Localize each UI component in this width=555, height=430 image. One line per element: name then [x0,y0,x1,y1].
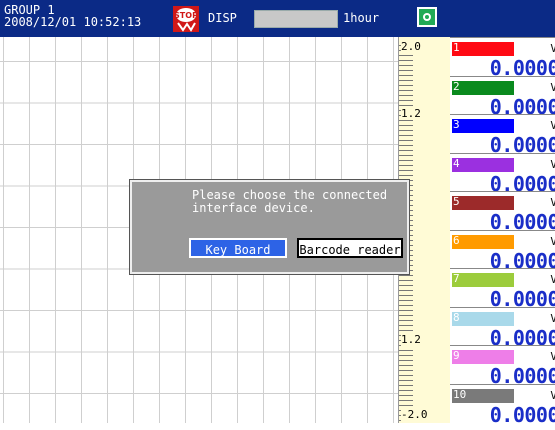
channel-unit: V [550,157,555,171]
time-span-label: 1hour [343,11,380,25]
dialog-message: Please choose the connected interface de… [192,188,388,215]
status-bar: GROUP 1 2008/12/01 10:52:13 STOP DISP 1h… [0,0,555,37]
channel-unit: V [550,273,555,286]
channel-color-swatch [452,42,514,56]
channel-color-swatch [452,273,514,287]
channel-number: 3 [453,118,460,131]
channel-color-swatch [452,119,514,133]
display-progress-bar [254,10,338,28]
keyboard-button[interactable]: Key Board [189,238,287,258]
channel-color-swatch [452,157,514,172]
channel-unit: V [550,234,555,248]
channel-number: 6 [453,233,460,247]
channel-color-swatch [452,350,514,364]
channel-unit: V [550,350,555,363]
channel-number: 2 [453,79,460,93]
channel-color-swatch [452,311,514,326]
channel-unit: V [550,196,555,209]
interface-device-dialog: Please choose the connected interface de… [130,180,409,274]
scale-label-bottom: -2.0 [401,408,428,421]
channel-unit: V [550,388,555,402]
stop-icon[interactable]: STOP [173,6,199,32]
channel-number: 10 [453,387,467,401]
group-datetime: GROUP 1 2008/12/01 10:52:13 [4,4,141,28]
channel-unit: V [550,80,555,94]
channel-color-swatch [452,80,514,95]
barcode-reader-button[interactable]: Barcode reader [297,238,403,258]
channel-number: 4 [453,156,460,170]
channel-value: 0.0000 [489,402,555,427]
channel-number: 7 [453,272,460,285]
datetime: 2008/12/01 10:52:13 [4,15,142,29]
channel-unit: V [550,311,555,325]
channel-number: 8 [453,310,460,324]
snapshot-icon[interactable] [417,7,437,27]
svg-text:STOP: STOP [174,11,198,20]
channel-number: 5 [453,195,460,208]
scale-label-upper: 1.2 [401,107,421,120]
display-mode-label: DISP [208,11,237,25]
channel-number: 1 [453,41,460,54]
scale-label-lower: 1.2 [401,333,421,346]
channel-panel: 1 V 0.0000 2 V 0.0000 3 V 0.0000 4 V 0.0000 5 V 0.0000… [450,37,555,427]
channel-unit: V [550,42,555,55]
channel-color-swatch [452,196,514,210]
channel-unit: V [550,119,555,132]
channel-number: 9 [453,349,460,362]
scale-label-top: 2.0 [401,40,421,53]
channel-color-swatch [452,234,514,249]
